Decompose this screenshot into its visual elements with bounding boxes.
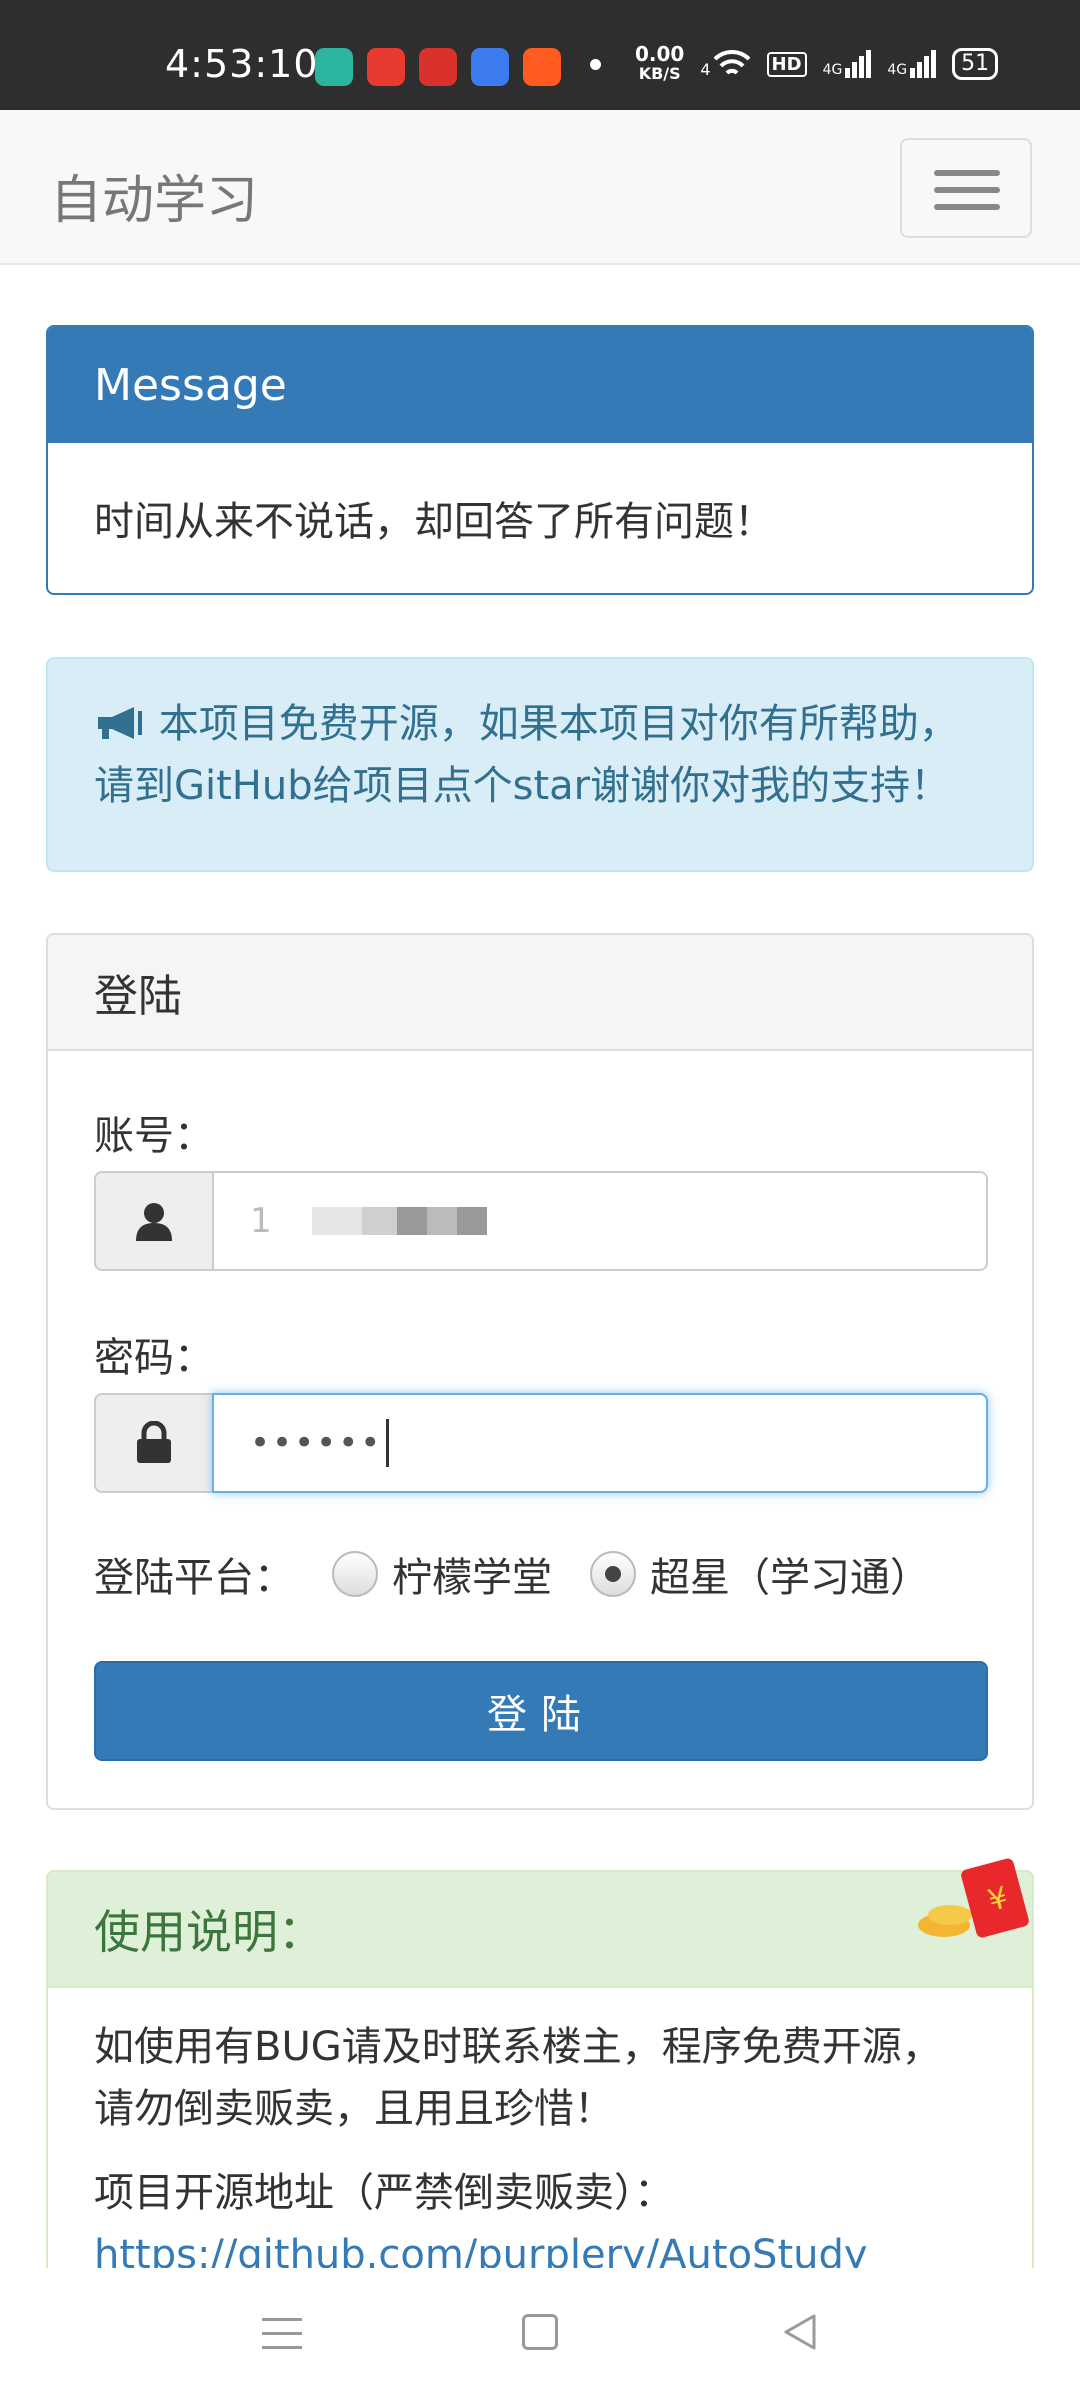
info-text-1: 本项目免费开源，如果本项目对你有所帮助， — [158, 701, 959, 747]
signal-icon-2: 4G — [887, 50, 937, 78]
help-line-1: 如使用有BUG请及时联系楼主，程序免费开源， — [94, 2024, 942, 2070]
account-label: 账号： — [94, 1113, 214, 1159]
chat-app-icon — [315, 48, 353, 86]
hamburger-bar — [934, 204, 1000, 210]
system-nav-bar — [0, 2268, 1080, 2400]
account-input-group: 1 — [94, 1171, 988, 1271]
login-panel: 登陆 账号： 1 密码： •••••• 登陆平台： 柠檬学堂 超星（学习通） 登… — [46, 933, 1034, 1810]
help-heading: 使用说明： — [48, 1872, 1032, 1988]
navbar-toggle-button[interactable] — [900, 138, 1032, 238]
signal-label-2: 4G — [887, 62, 908, 78]
paw-app-icon — [471, 48, 509, 86]
status-bar: 4:53:10 0.00 KB/S 4 HD 4G 4G 51 — [0, 0, 1080, 110]
help-line-2: 请勿倒卖贩卖，且用且珍惜！ — [94, 2086, 614, 2132]
signal-label-1: 4G — [822, 62, 843, 78]
menu-icon[interactable] — [262, 2318, 302, 2360]
signal-icon: 4G — [823, 50, 872, 78]
battery-icon: 51 — [952, 48, 999, 80]
message-heading: Message — [48, 327, 1032, 443]
hamburger-icon — [934, 170, 1000, 176]
radio-selected-dot — [605, 1566, 621, 1582]
hamburger-bar — [934, 187, 1000, 193]
platform-selector: 登陆平台： 柠檬学堂 超星（学习通） — [94, 1545, 930, 1603]
dot-icon — [590, 58, 601, 70]
navbar-brand[interactable]: 自动学习 — [50, 158, 258, 233]
info-text-2: 请到GitHub给项目点个star谢谢你对我的支持！ — [94, 763, 951, 809]
network-speed: 0.00 KB/S — [635, 44, 684, 84]
password-input-group: •••••• — [94, 1393, 988, 1493]
option-chaoxing-label[interactable]: 超星（学习通） — [650, 1545, 930, 1603]
megaphone-icon — [98, 707, 142, 739]
login-button[interactable]: 登陆 — [94, 1661, 988, 1761]
navbar: 自动学习 — [0, 110, 1080, 265]
password-value: •••••• — [250, 1423, 383, 1463]
red-packet-icon[interactable]: ¥ — [912, 1855, 1042, 1950]
password-input[interactable]: •••••• — [212, 1393, 988, 1493]
redacted-area — [311, 1207, 487, 1235]
option-lemon-label[interactable]: 柠檬学堂 — [392, 1545, 552, 1603]
speed-unit: KB/S — [638, 64, 681, 83]
notification-icons — [315, 48, 561, 86]
status-indicators: 0.00 KB/S 4 HD 4G 4G 51 — [590, 44, 999, 84]
info-line-1: 本项目免费开源，如果本项目对你有所帮助， — [94, 693, 986, 755]
message-body: 时间从来不说话，却回答了所有问题！ — [94, 499, 774, 545]
status-time: 4:53:10 — [165, 42, 319, 86]
account-value: 1 — [250, 1201, 272, 1241]
red-app-icon — [367, 48, 405, 86]
help-panel: 使用说明： 如使用有BUG请及时联系楼主，程序免费开源， 请勿倒卖贩卖，且用且珍… — [46, 1870, 1034, 2290]
help-body: 如使用有BUG请及时联系楼主，程序免费开源， 请勿倒卖贩卖，且用且珍惜！ 项目开… — [48, 1988, 1032, 2286]
help-paragraph-1: 如使用有BUG请及时联系楼主，程序免费开源， 请勿倒卖贩卖，且用且珍惜！ — [94, 2016, 986, 2140]
login-heading: 登陆 — [48, 935, 1032, 1051]
platform-label: 登陆平台： — [94, 1555, 294, 1601]
speed-value: 0.00 — [635, 42, 685, 66]
hd-icon: HD — [766, 51, 807, 77]
password-label: 密码： — [94, 1335, 214, 1381]
back-icon[interactable] — [780, 2312, 820, 2352]
lock-icon — [94, 1393, 212, 1493]
radio-lemon[interactable] — [332, 1551, 378, 1597]
message-panel: Message 时间从来不说话，却回答了所有问题！ — [46, 325, 1034, 595]
text-cursor — [386, 1419, 390, 1467]
home-icon[interactable] — [522, 2314, 558, 2350]
wifi-label: 4 — [700, 60, 711, 79]
wifi-icon: 4 — [700, 49, 750, 79]
account-input[interactable]: 1 — [212, 1171, 988, 1271]
radio-chaoxing[interactable] — [590, 1551, 636, 1597]
taobao-app-icon — [523, 48, 561, 86]
news-app-icon — [419, 48, 457, 86]
help-line-3: 项目开源地址（严禁倒卖贩卖）： — [94, 2170, 674, 2216]
user-icon — [94, 1171, 212, 1271]
info-alert: 本项目免费开源，如果本项目对你有所帮助， 请到GitHub给项目点个star谢谢… — [46, 657, 1034, 872]
